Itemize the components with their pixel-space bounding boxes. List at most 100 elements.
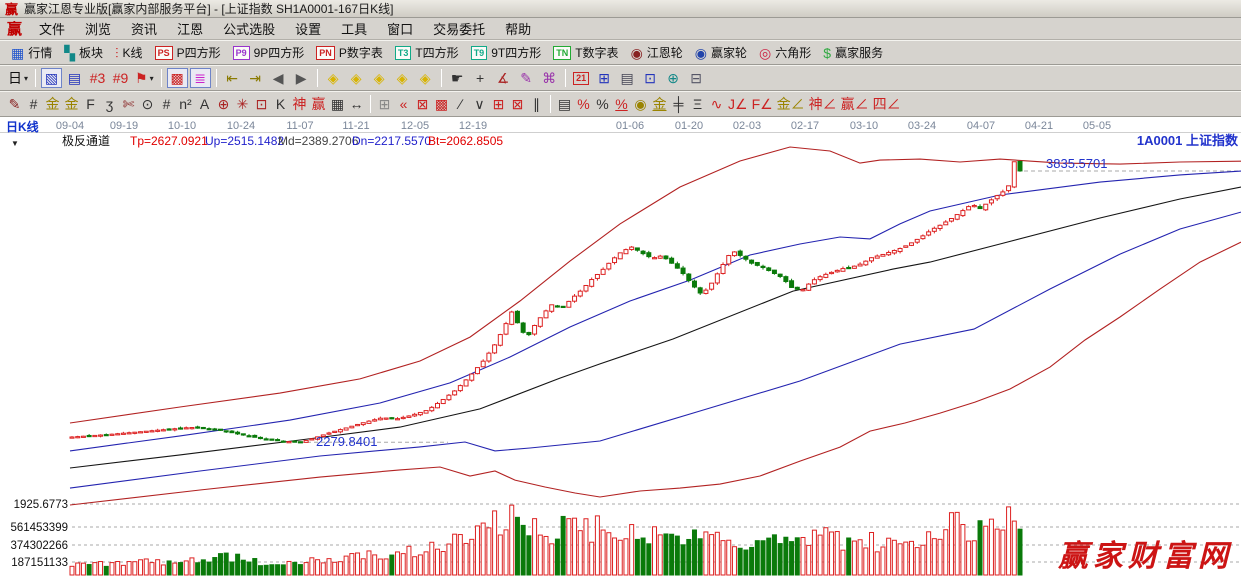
draw-gold-line-icon[interactable]: 金 bbox=[650, 94, 669, 114]
view-pattern-tool-icon[interactable]: ⌘ bbox=[539, 68, 560, 88]
view-gann-step-3-icon[interactable]: #3 bbox=[87, 68, 108, 88]
quotes-label: 行情 bbox=[28, 46, 53, 60]
view-compress-x-icon[interactable]: ◈ bbox=[392, 68, 413, 88]
draw-gold-circle-icon[interactable]: ◉ bbox=[631, 94, 650, 114]
toolbar-item-t-number-table[interactable]: TN T数字表 bbox=[553, 44, 619, 61]
draw-wave-pen-icon[interactable]: ∿ bbox=[707, 94, 726, 114]
view-color-volume-icon[interactable]: ≣ bbox=[189, 68, 211, 88]
toolbar-item-hexagon[interactable]: ◎ 六角形 bbox=[759, 44, 811, 61]
toolbar-item-winner-service[interactable]: $ 赢家服务 bbox=[823, 44, 883, 61]
view-save-icon[interactable]: ⊡ bbox=[640, 68, 661, 88]
view-prev-bar-icon[interactable]: ◀ bbox=[268, 68, 289, 88]
menu-item-1[interactable]: 浏览 bbox=[75, 22, 121, 37]
draw-f-angle-icon[interactable]: F∠ bbox=[750, 94, 775, 114]
draw-parallel-lines-icon[interactable]: ∥ bbox=[527, 94, 546, 114]
draw-shen-angle-icon[interactable]: 神∠ bbox=[807, 94, 839, 114]
draw-time-circle-icon[interactable]: ⊙ bbox=[138, 94, 157, 114]
view-shift-left-icon[interactable]: ◈ bbox=[323, 68, 344, 88]
menu-item-3[interactable]: 江恩 bbox=[167, 22, 213, 37]
menu-item-8[interactable]: 交易委托 bbox=[423, 22, 495, 37]
toolbar-item-t-square[interactable]: T3 T四方形 bbox=[394, 44, 459, 61]
view-computer-icon[interactable]: ⊟ bbox=[686, 68, 707, 88]
draw-grid-box-icon[interactable]: ▩ bbox=[432, 94, 451, 114]
svg-text:02-17: 02-17 bbox=[791, 120, 819, 132]
draw-a-channel-icon[interactable]: A bbox=[195, 94, 214, 114]
draw-pen-knife-icon[interactable]: ✎ bbox=[5, 94, 24, 114]
menu-item-4[interactable]: 公式选股 bbox=[213, 22, 285, 37]
toolbar-item-9p-square[interactable]: P9 9P四方形 bbox=[232, 44, 304, 61]
kline-chart[interactable]: 09-04 09-19 10-10 10-24 11-07 11-21 12-05 12-19… bbox=[0, 117, 1241, 576]
toolbar-item-winner-wheel[interactable]: ◉ 赢家轮 bbox=[695, 44, 747, 61]
view-expand-x-icon[interactable]: ◈ bbox=[369, 68, 390, 88]
view-draw-tool-icon[interactable]: ✎ bbox=[516, 68, 537, 88]
draw-gold-gate-1-icon[interactable]: 金 bbox=[43, 94, 62, 114]
draw-xi-bars-icon[interactable]: Ξ bbox=[688, 94, 707, 114]
toolbar-item-p-square[interactable]: PS P四方形 bbox=[154, 44, 221, 61]
view-layout-style-icon[interactable]: ▧ bbox=[41, 68, 63, 88]
draw-four-angle-icon[interactable]: 四∠ bbox=[871, 94, 903, 114]
draw-zigzag-icon[interactable]: ∨ bbox=[470, 94, 489, 114]
view-crosshair-tool-icon[interactable]: + bbox=[470, 68, 491, 88]
draw-trend-lines-icon[interactable]: ∕ bbox=[451, 94, 470, 114]
toolbar-item-p-number-table[interactable]: PN P数字表 bbox=[316, 44, 383, 61]
draw-split-bars-icon[interactable]: ╪ bbox=[669, 94, 688, 114]
view-gann-step-9-icon[interactable]: #9 bbox=[110, 68, 131, 88]
view-flag-marker-icon[interactable]: ⚑ ▾ bbox=[133, 68, 156, 88]
draw-e-ladder-icon[interactable]: ▤ bbox=[555, 94, 574, 114]
draw-j-angle-icon[interactable]: J∠ bbox=[726, 94, 750, 114]
draw-gann-fan-icon[interactable]: « bbox=[394, 94, 413, 114]
draw-k-mark-icon[interactable]: K bbox=[271, 94, 290, 114]
draw-gold-angle-icon[interactable]: 金∠ bbox=[775, 94, 807, 114]
menu-item-7[interactable]: 窗口 bbox=[377, 22, 423, 37]
view-zoom-all-icon[interactable]: ◈ bbox=[415, 68, 436, 88]
view-first-page-icon[interactable]: ⇤ bbox=[222, 68, 243, 88]
menu-item-2[interactable]: 资讯 bbox=[121, 22, 167, 37]
view-hand-tool-icon[interactable]: ☛ bbox=[447, 68, 468, 88]
view-calendar-icon[interactable]: 21 bbox=[571, 68, 592, 88]
toolbar-item-kline[interactable]: ⫶ K线 bbox=[115, 44, 143, 61]
view-next-bar-icon[interactable]: ▶ bbox=[291, 68, 312, 88]
draw-star-circle-icon[interactable]: ✳ bbox=[233, 94, 252, 114]
view-network-icon[interactable]: ⊕ bbox=[663, 68, 684, 88]
svg-text:09-19: 09-19 bbox=[110, 120, 138, 132]
draw-grid-123-icon[interactable]: ▦ bbox=[328, 94, 347, 114]
draw-red-grid-1-icon[interactable]: ⊞ bbox=[489, 94, 508, 114]
draw-percent-line-icon[interactable]: % bbox=[612, 94, 631, 114]
menu-item-5[interactable]: 设置 bbox=[285, 22, 331, 37]
draw-f-bars-icon[interactable]: F bbox=[81, 94, 100, 114]
draw-circle-cross-icon[interactable]: ⊕ bbox=[214, 94, 233, 114]
view-channel-indicator-icon[interactable]: ▩ bbox=[166, 68, 188, 88]
menu-item-9[interactable]: 帮助 bbox=[495, 22, 541, 37]
view-notes-icon[interactable]: ▤ bbox=[617, 68, 638, 88]
menu-item-6[interactable]: 工具 bbox=[331, 22, 377, 37]
draw-frame-tool-icon[interactable]: ⊞ bbox=[375, 94, 394, 114]
view-period-day-icon[interactable]: 日 ▾ bbox=[6, 68, 30, 88]
period-selector[interactable]: 日K线 ▼ bbox=[6, 119, 39, 148]
view-calculator-icon[interactable]: ⊞ bbox=[594, 68, 615, 88]
draw-spiral-icon[interactable]: ʒ bbox=[100, 94, 119, 114]
draw-red-grid-2-icon[interactable]: ⊠ bbox=[508, 94, 527, 114]
toolbar-item-gann-wheel[interactable]: ◉ 江恩轮 bbox=[631, 44, 683, 61]
draw-comb-2-icon[interactable]: # bbox=[157, 94, 176, 114]
view-angle-tool-icon[interactable]: ∡ bbox=[493, 68, 514, 88]
draw-strike-percent-icon[interactable]: % bbox=[574, 94, 593, 114]
menu-item-0[interactable]: 文件 bbox=[29, 22, 75, 37]
draw-gold-gate-2-icon[interactable]: 金 bbox=[62, 94, 81, 114]
toolbar-item-sectors[interactable]: ▚ 板块 bbox=[64, 44, 103, 61]
draw-fan-box-icon[interactable]: ⊠ bbox=[413, 94, 432, 114]
view-shift-right-icon[interactable]: ◈ bbox=[346, 68, 367, 88]
draw-shen-comb-icon[interactable]: 神 bbox=[290, 94, 309, 114]
toolbar-item-9t-square[interactable]: T9 9T四方形 bbox=[470, 44, 541, 61]
draw-span-measure-icon[interactable]: ↔ bbox=[347, 94, 366, 114]
view-last-page-icon[interactable]: ⇥ bbox=[245, 68, 266, 88]
draw-n-squared-icon[interactable]: n² bbox=[176, 94, 195, 114]
draw-marker-knife-icon[interactable]: ✄ bbox=[119, 94, 138, 114]
view-info-panel-icon[interactable]: ▤ bbox=[64, 68, 85, 88]
toolbar-item-quotes[interactable]: ▦ 行情 bbox=[11, 44, 52, 61]
draw-ying-angle-icon[interactable]: 赢∠ bbox=[839, 94, 871, 114]
draw-percent-icon[interactable]: % bbox=[593, 94, 612, 114]
draw-grid-comb-icon[interactable]: # bbox=[24, 94, 43, 114]
draw-grid-target-icon[interactable]: ⊡ bbox=[252, 94, 271, 114]
svg-text:1925.6773: 1925.6773 bbox=[14, 499, 68, 511]
draw-ying-box-icon[interactable]: 赢 bbox=[309, 94, 328, 114]
